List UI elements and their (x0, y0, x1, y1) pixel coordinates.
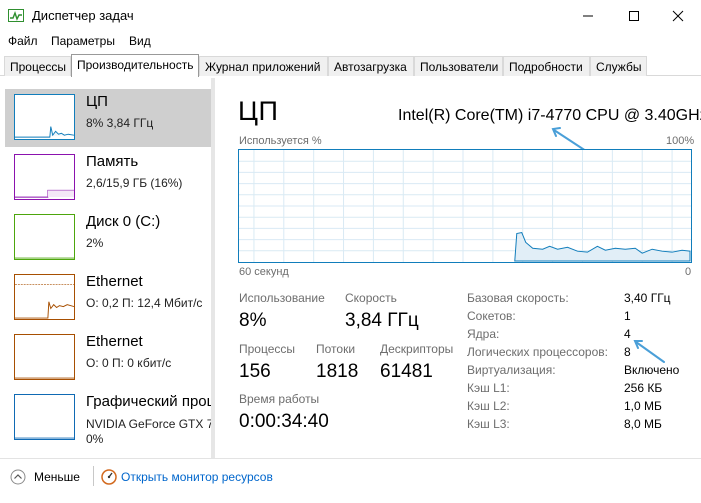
info-value: Включено (624, 363, 680, 377)
arrow-annotation (633, 340, 665, 363)
info-label: Кэш L3: (467, 417, 510, 431)
info-label: Кэш L1: (467, 381, 510, 395)
info-label: Базовая скорость: (467, 291, 569, 305)
graph-top-left-label: Используется % (239, 135, 322, 147)
footer-divider (93, 466, 94, 486)
info-value: 4 (624, 327, 631, 341)
info-label: Кэш L2: (467, 399, 510, 413)
info-value: 3,40 ГГц (624, 291, 671, 305)
speed-value: 3,84 ГГц (345, 310, 419, 331)
threads-value: 1818 (316, 361, 359, 382)
speed-label: Скорость (345, 291, 397, 305)
uptime-label: Время работы (239, 392, 320, 406)
footer-separator (0, 458, 701, 459)
info-value: 8 (624, 345, 631, 359)
fewer-details-button[interactable]: Меньше (34, 470, 80, 484)
info-value: 1 (624, 309, 631, 323)
info-label: Сокетов: (467, 309, 516, 323)
graph-bottom-right-label: 0 (685, 266, 692, 278)
threads-label: Потоки (316, 342, 356, 356)
info-label: Логических процессоров: (467, 345, 608, 359)
usage-label: Использование (239, 291, 325, 305)
usage-value: 8% (239, 310, 267, 331)
cpu-usage-graph (238, 149, 692, 263)
info-label: Ядра: (467, 327, 500, 341)
processes-value: 156 (239, 361, 271, 382)
arrow-annotation (551, 127, 587, 152)
resource-monitor-icon[interactable] (101, 469, 117, 485)
handles-label: Дескрипторы (380, 342, 454, 356)
info-value: 256 КБ (624, 381, 663, 395)
cpu-usage-area (514, 231, 691, 262)
handles-value: 61481 (380, 361, 433, 382)
graph-bottom-left-label: 60 секунд (239, 266, 289, 278)
graph-top-right-label: 100% (666, 135, 695, 147)
info-value: 8,0 МБ (624, 417, 662, 431)
info-label: Виртуализация: (467, 363, 556, 377)
info-value: 1,0 МБ (624, 399, 662, 413)
tab-performance[interactable]: Производительность (71, 54, 199, 77)
uptime-value: 0:00:34:40 (239, 411, 329, 432)
chevron-up-icon[interactable] (10, 469, 26, 485)
processes-label: Процессы (239, 342, 296, 356)
graph-grid (239, 150, 691, 262)
open-resource-monitor-link[interactable]: Открыть монитор ресурсов (121, 470, 273, 484)
